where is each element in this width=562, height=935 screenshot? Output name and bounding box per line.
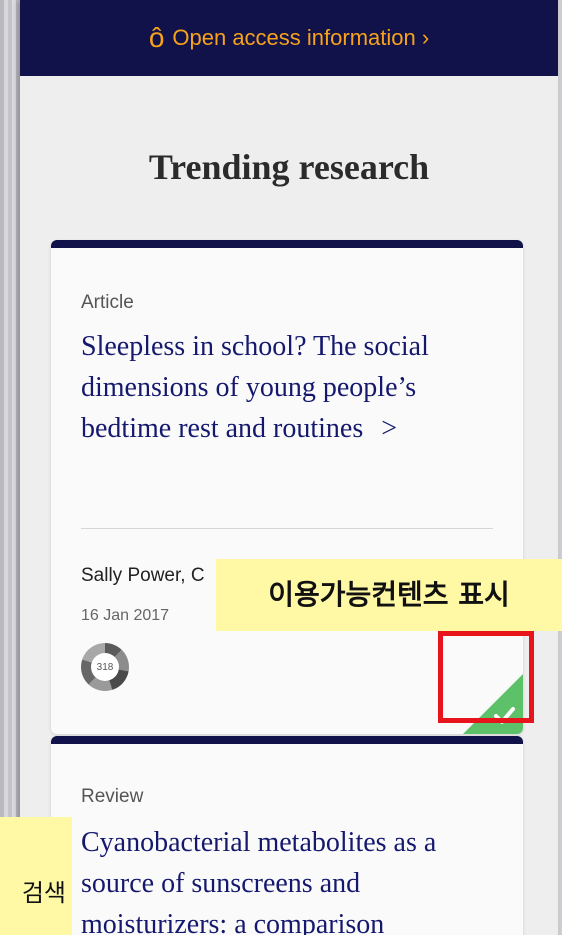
annotation-label-available-content: 이용가능컨텐츠 표시 bbox=[216, 559, 562, 631]
article-title-link[interactable]: Sleepless in school? The social dimensio… bbox=[81, 326, 499, 449]
altmetric-badge[interactable]: 318 bbox=[81, 643, 129, 691]
altmetric-score: 318 bbox=[91, 653, 119, 681]
chevron-right-icon: > bbox=[381, 413, 398, 444]
section-title: Trending research bbox=[148, 147, 430, 187]
mobile-page: ô Open access information › Trending res… bbox=[20, 0, 558, 935]
background-app-edge bbox=[0, 0, 20, 935]
open-access-icon: ô bbox=[148, 22, 165, 53]
article-title-link[interactable]: Cyanobacterial metabolites as a source o… bbox=[81, 822, 499, 935]
content-type-label: Review bbox=[81, 786, 144, 807]
author-list: Sally Power, C bbox=[81, 565, 205, 586]
card-divider bbox=[81, 528, 493, 529]
open-access-link[interactable]: Open access information › bbox=[172, 25, 429, 51]
open-access-banner[interactable]: ô Open access information › bbox=[20, 0, 558, 76]
annotation-label-search: 검색 bbox=[0, 817, 72, 935]
annotation-label-search-text: 검색 bbox=[21, 879, 66, 907]
content-type-label: Article bbox=[81, 292, 134, 313]
highlight-box bbox=[438, 631, 534, 723]
research-card[interactable]: Review Cyanobacterial metabolites as a s… bbox=[51, 736, 523, 935]
publication-date: 16 Jan 2017 bbox=[81, 607, 170, 624]
article-title-text: Sleepless in school? The social dimensio… bbox=[81, 331, 429, 444]
